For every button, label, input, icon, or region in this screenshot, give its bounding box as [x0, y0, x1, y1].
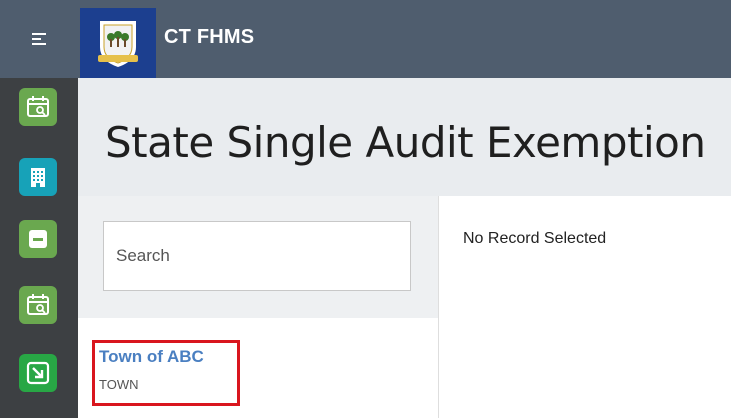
menu-button[interactable]	[0, 0, 78, 78]
nav-building[interactable]	[19, 158, 57, 196]
record-detail-pane: No Record Selected	[439, 196, 731, 418]
seal-icon	[98, 21, 138, 67]
nav-calendar-search-2[interactable]	[19, 286, 57, 324]
record-list-pane: Town of ABC TOWN	[78, 196, 439, 418]
page-title: State Single Audit Exemption	[105, 118, 706, 167]
app-title[interactable]: CT FHMS	[164, 26, 254, 49]
nav-calendar-search-1[interactable]	[19, 88, 57, 126]
nav-export[interactable]	[19, 354, 57, 392]
hamburger-menu-icon	[32, 33, 46, 45]
record-type: TOWN	[99, 377, 139, 392]
search-input[interactable]	[103, 221, 411, 291]
page-header: State Single Audit Exemption	[78, 78, 731, 196]
calendar-search-icon	[27, 294, 49, 315]
no-record-message: No Record Selected	[463, 230, 607, 247]
building-icon	[31, 168, 45, 187]
record-name[interactable]: Town of ABC	[99, 347, 204, 367]
arrow-down-right-box-icon	[26, 361, 50, 385]
minus-box-icon	[29, 230, 47, 248]
nav-minus-box[interactable]	[19, 220, 57, 258]
left-nav	[0, 78, 78, 418]
list-item[interactable]: Town of ABC TOWN	[92, 340, 240, 406]
calendar-search-icon	[27, 96, 49, 117]
connecticut-seal-logo[interactable]	[80, 8, 156, 78]
search-region	[78, 196, 438, 318]
top-bar: CT FHMS	[0, 0, 731, 78]
